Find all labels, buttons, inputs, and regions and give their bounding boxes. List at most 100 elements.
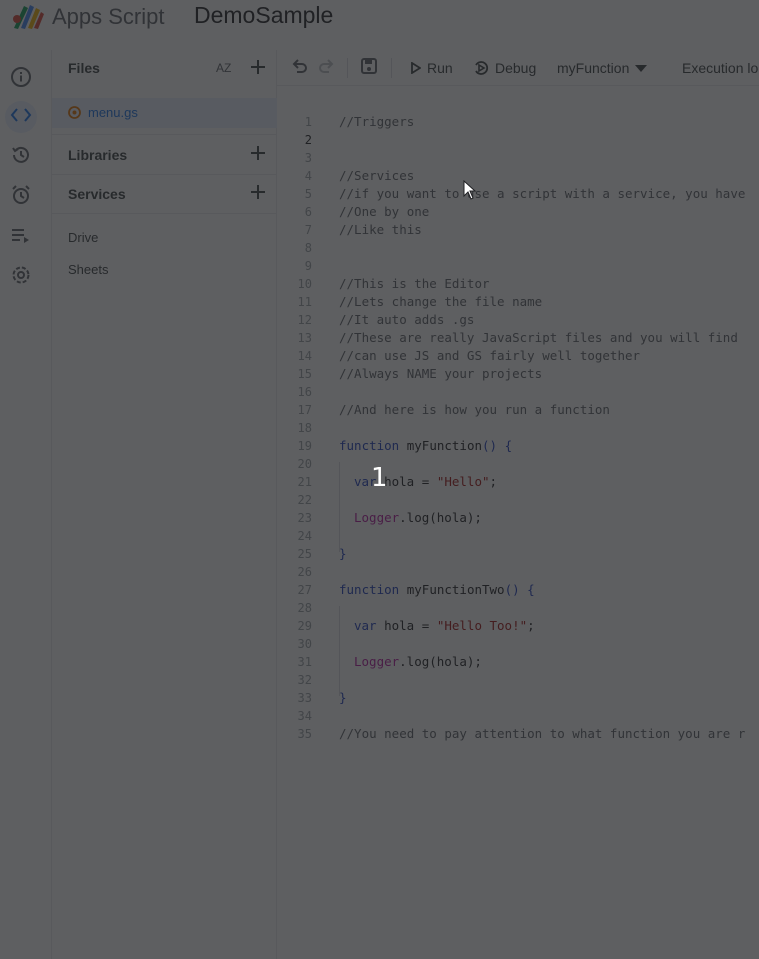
debug-label: Debug bbox=[495, 60, 537, 76]
settings-icon bbox=[10, 264, 32, 291]
run-label: Run bbox=[427, 60, 453, 76]
line-number: 4 bbox=[304, 169, 312, 183]
add-service-button[interactable] bbox=[247, 183, 269, 205]
punctuation: ; bbox=[527, 618, 535, 633]
plus-icon bbox=[250, 59, 266, 80]
save-icon bbox=[361, 57, 377, 79]
undo-icon bbox=[290, 58, 308, 78]
code-line: 5 //if you want to use a script with a se… bbox=[277, 185, 759, 203]
keyword: function bbox=[339, 582, 400, 597]
step-number: 1 bbox=[371, 463, 388, 493]
info-icon bbox=[10, 66, 32, 93]
function-select[interactable]: myFunction bbox=[557, 50, 648, 86]
line-number: 20 bbox=[297, 457, 312, 471]
line-number: 19 bbox=[297, 439, 312, 453]
chevron-down-icon bbox=[635, 64, 648, 72]
redo-button[interactable] bbox=[317, 58, 337, 78]
project-settings-button[interactable] bbox=[7, 263, 35, 291]
keyword: function bbox=[339, 438, 400, 453]
run-button[interactable]: Run bbox=[411, 50, 453, 86]
divider bbox=[52, 213, 277, 214]
code-text: //One by one bbox=[339, 204, 430, 219]
keyword: var bbox=[354, 618, 377, 633]
project-history-button[interactable] bbox=[7, 143, 35, 171]
line-number: 17 bbox=[297, 403, 312, 417]
code-line: 34 bbox=[277, 707, 759, 725]
code-text: //Like this bbox=[339, 222, 422, 237]
undo-button[interactable] bbox=[289, 58, 309, 78]
code-line: 13 //These are really JavaScript files an… bbox=[277, 329, 759, 347]
executions-button[interactable] bbox=[7, 223, 35, 251]
line-number: 24 bbox=[297, 529, 312, 543]
add-file-button[interactable] bbox=[247, 58, 269, 80]
code-line: 16 bbox=[277, 383, 759, 401]
code-line: 25} bbox=[277, 545, 759, 563]
service-item-sheets[interactable]: Sheets bbox=[68, 262, 108, 277]
method-call: .log(hola); bbox=[399, 654, 482, 669]
line-number: 10 bbox=[297, 277, 312, 291]
code-line: 10 //This is the Editor bbox=[277, 275, 759, 293]
triggers-button[interactable] bbox=[7, 183, 35, 211]
overview-button[interactable] bbox=[7, 65, 35, 93]
code-editor[interactable]: 1 //Triggers 2 3 4 //Services 5 //if you wa… bbox=[277, 86, 759, 959]
sort-az-icon: AZ bbox=[216, 61, 232, 75]
line-number: 29 bbox=[297, 619, 312, 633]
line-number: 32 bbox=[297, 673, 312, 687]
line-number: 28 bbox=[297, 601, 312, 615]
editor-button[interactable] bbox=[5, 101, 37, 133]
divider bbox=[52, 134, 277, 135]
operator: = bbox=[421, 618, 430, 633]
execution-log-button[interactable]: Execution lo bbox=[682, 50, 758, 86]
code-text: //Services bbox=[339, 168, 415, 183]
function-select-value: myFunction bbox=[557, 60, 630, 76]
class-name: Logger bbox=[354, 510, 400, 525]
debug-button[interactable]: Debug bbox=[473, 50, 536, 86]
plus-icon bbox=[250, 145, 266, 166]
code-line: 7 //Like this bbox=[277, 221, 759, 239]
punctuation: () { bbox=[482, 438, 513, 453]
code-line: 33} bbox=[277, 689, 759, 707]
alarm-clock-icon bbox=[10, 184, 32, 211]
code-text: //These are really JavaScript files and … bbox=[339, 330, 738, 345]
punctuation: ; bbox=[489, 474, 498, 489]
line-number: 7 bbox=[304, 223, 312, 237]
add-library-button[interactable] bbox=[247, 144, 269, 166]
code-line: 6 //One by one bbox=[277, 203, 759, 221]
file-item-menu-gs[interactable]: menu.gs bbox=[52, 98, 277, 128]
class-name: Logger bbox=[354, 654, 400, 669]
line-number: 12 bbox=[297, 313, 312, 327]
code-text: //This is the Editor bbox=[339, 276, 490, 291]
line-number: 26 bbox=[297, 565, 312, 579]
line-number: 18 bbox=[297, 421, 312, 435]
toolbar-divider bbox=[347, 58, 348, 78]
function-name: myFunction bbox=[406, 438, 483, 453]
string-literal: "Hello Too!" bbox=[436, 618, 528, 633]
services-title: Services bbox=[68, 186, 126, 202]
libraries-title: Libraries bbox=[68, 147, 128, 163]
debug-icon bbox=[473, 60, 489, 76]
code-line: 28 bbox=[277, 599, 759, 617]
code-line: 32 bbox=[277, 671, 759, 689]
code-text: //Triggers bbox=[339, 114, 415, 129]
identifier: hola bbox=[384, 618, 415, 633]
line-number: 33 bbox=[297, 691, 312, 705]
code-line: 29 var hola = "Hello Too!"; bbox=[277, 617, 759, 635]
code-text: //can use JS and GS fairly well together bbox=[339, 348, 641, 363]
code-line: 4 //Services bbox=[277, 167, 759, 185]
save-button[interactable] bbox=[359, 57, 379, 79]
editor-toolbar: Run Debug myFunction Execution lo bbox=[277, 50, 759, 86]
sort-files-button[interactable]: AZ bbox=[216, 61, 231, 75]
services-section-header: Services bbox=[52, 175, 277, 213]
line-number: 2 bbox=[304, 133, 312, 147]
code-line: 2 bbox=[277, 131, 759, 149]
code-line: 21 var hola = "Hello"; bbox=[277, 473, 759, 491]
code-line: 9 bbox=[277, 257, 759, 275]
code-text: //It auto adds .gs bbox=[339, 312, 475, 327]
line-number: 8 bbox=[304, 241, 312, 255]
line-number: 23 bbox=[297, 511, 312, 525]
toolbar-divider bbox=[391, 58, 392, 78]
service-item-drive[interactable]: Drive bbox=[68, 230, 98, 245]
project-title[interactable]: DemoSample bbox=[194, 2, 333, 29]
code-line: 12 //It auto adds .gs bbox=[277, 311, 759, 329]
code-line: 15 //Always NAME your projects bbox=[277, 365, 759, 383]
